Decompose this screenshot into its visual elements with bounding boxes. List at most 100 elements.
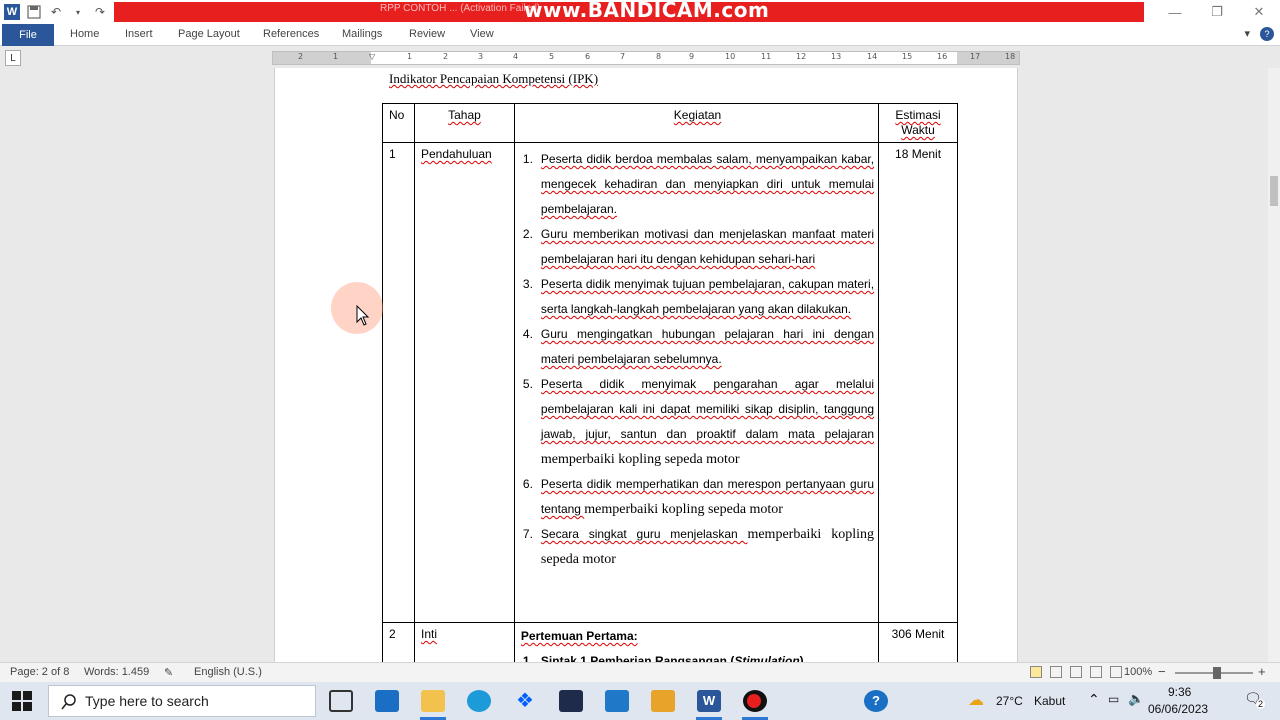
ruler-number: 13 bbox=[831, 52, 842, 61]
chevron-up-icon[interactable]: ⌃ bbox=[1088, 691, 1100, 708]
word-taskbar-icon[interactable]: W bbox=[697, 690, 721, 712]
web-layout-icon[interactable] bbox=[1070, 666, 1082, 678]
step-text: Guru memberikan motivasi dan menjelaskan… bbox=[540, 227, 875, 266]
table-header-row: No Tahap Kegiatan Estimasi Waktu bbox=[382, 103, 958, 143]
bandicam-icon[interactable] bbox=[743, 690, 767, 712]
tab-mailings[interactable]: Mailings bbox=[342, 28, 382, 40]
weather-desc[interactable]: Kabut bbox=[1034, 694, 1065, 708]
activity-table: No Tahap Kegiatan Estimasi Waktu 1 Penda… bbox=[382, 103, 958, 662]
ruler-number: 16 bbox=[937, 52, 948, 61]
page-heading: Indikator Pencapaian Kompetensi (IPK) bbox=[389, 71, 599, 86]
clock-date[interactable]: 06/06/2023 bbox=[1148, 702, 1208, 716]
zoom-in-button[interactable]: + bbox=[1258, 664, 1266, 679]
tab-home[interactable]: Home bbox=[70, 28, 99, 40]
tab-insert[interactable]: Insert bbox=[125, 28, 153, 40]
step-number: 3. bbox=[522, 277, 533, 291]
draft-icon[interactable] bbox=[1110, 666, 1122, 678]
mouse-cursor-icon bbox=[356, 305, 370, 326]
zoom-level[interactable]: 100% bbox=[1124, 666, 1152, 678]
help-icon[interactable]: ? bbox=[1260, 27, 1274, 41]
ribbon-collapse-icon[interactable]: ▾ bbox=[1244, 27, 1250, 41]
network-icon[interactable]: ▭ bbox=[1108, 692, 1119, 706]
terminal-app-icon[interactable] bbox=[559, 690, 583, 712]
list-item: 5. Peserta didik menyimak pengarahan agar… bbox=[521, 372, 874, 472]
scrollbar-thumb[interactable] bbox=[1270, 176, 1278, 206]
step-number: 1. bbox=[522, 152, 533, 166]
ribbon-right-controls: ▾ ? bbox=[1244, 27, 1274, 41]
bandicam-watermark: www.BANDICAM.com bbox=[524, 0, 770, 22]
taskbar-search[interactable]: Type here to search bbox=[48, 685, 316, 717]
header-tahap: Tahap bbox=[413, 103, 515, 143]
taskbar: Type here to search ❖ W ? ☁ 27°C Kabut ⌃… bbox=[0, 682, 1280, 720]
outline-icon[interactable] bbox=[1090, 666, 1102, 678]
microsoft-store-icon[interactable] bbox=[375, 690, 399, 712]
step-text: Guru mengingatkan hubungan pelajaran har… bbox=[540, 327, 875, 366]
list-item: 3. Peserta didik menyimak tujuan pembelaj… bbox=[521, 272, 874, 322]
document-page[interactable]: Indikator Pencapaian Kompetensi (IPK) No… bbox=[274, 68, 1018, 662]
tab-review[interactable]: Review bbox=[409, 28, 445, 40]
row-tahap-label: Inti bbox=[420, 627, 437, 641]
weather-temp[interactable]: 27°C bbox=[996, 694, 1023, 708]
document-title: RPP CONTOH ... (Activation Failed) bbox=[380, 3, 541, 14]
close-button[interactable]: ✕ bbox=[1238, 0, 1280, 24]
volume-icon[interactable]: 🔈 bbox=[1128, 691, 1144, 707]
step-subject: memperbaiki kopling sepeda motor bbox=[540, 452, 740, 467]
header-kegiatan: Kegiatan bbox=[513, 103, 880, 143]
zoom-slider-knob[interactable] bbox=[1213, 667, 1221, 679]
row-estimasi: 306 Menit bbox=[878, 622, 958, 662]
windows-start-icon[interactable] bbox=[12, 691, 32, 711]
ruler-row: L 2 1 ▽ 1 2 3 4 5 6 7 8 9 10 11 12 13 14… bbox=[0, 46, 1280, 68]
weather-icon[interactable]: ☁ bbox=[968, 690, 984, 710]
page-count[interactable]: Page: 2 of 8 bbox=[10, 666, 69, 678]
zoom-out-button[interactable]: − bbox=[1158, 664, 1166, 679]
view-buttons bbox=[1030, 666, 1122, 678]
full-screen-reading-icon[interactable] bbox=[1050, 666, 1062, 678]
file-explorer-icon[interactable] bbox=[421, 690, 445, 712]
row-kegiatan: Pertemuan Pertama: 1. Sintak 1 Pemberian… bbox=[513, 622, 880, 662]
system-tray: ☁ 27°C Kabut ⌃ ▭ 🔈 9:36 06/06/2023 🗨 2 bbox=[960, 682, 1280, 720]
save-icon[interactable] bbox=[26, 4, 42, 20]
sketch-app-icon[interactable] bbox=[651, 690, 675, 712]
print-layout-icon[interactable] bbox=[1030, 666, 1042, 678]
clock-time[interactable]: 9:36 bbox=[1168, 685, 1191, 699]
pertemuan-label: Pertemuan Pertama: bbox=[520, 629, 638, 643]
mail-icon[interactable] bbox=[605, 690, 629, 712]
edge-browser-icon[interactable] bbox=[467, 690, 491, 712]
ruler-number: 8 bbox=[656, 52, 662, 61]
tab-references[interactable]: References bbox=[263, 28, 319, 40]
word-app-icon[interactable]: W bbox=[4, 4, 20, 20]
row-estimasi: 18 Menit bbox=[878, 142, 958, 623]
redo-icon[interactable]: ↷ bbox=[92, 4, 108, 20]
search-placeholder: Type here to search bbox=[85, 693, 209, 709]
tab-view[interactable]: View bbox=[470, 28, 494, 40]
vertical-scrollbar[interactable] bbox=[1268, 68, 1280, 662]
restore-button[interactable]: ❐ bbox=[1196, 0, 1238, 24]
header-no: No bbox=[382, 103, 415, 143]
language[interactable]: English (U.S.) bbox=[194, 666, 262, 678]
sintak-label: Sintak 1 Pemberian Rangsangan ( bbox=[540, 654, 735, 662]
word-count[interactable]: Words: 1.459 bbox=[84, 666, 149, 678]
sintak-close: ) bbox=[799, 654, 804, 662]
ruler-number: 5 bbox=[549, 52, 555, 61]
horizontal-ruler[interactable]: 2 1 ▽ 1 2 3 4 5 6 7 8 9 10 11 12 13 14 1… bbox=[272, 51, 1020, 65]
ruler-number: 12 bbox=[796, 52, 807, 61]
undo-dropdown-icon[interactable]: ▾ bbox=[70, 4, 86, 20]
ruler-indent-marker[interactable]: ▽ bbox=[369, 52, 375, 61]
help-app-icon[interactable]: ? bbox=[864, 690, 888, 712]
minimize-button[interactable]: — bbox=[1154, 0, 1196, 24]
dropbox-icon[interactable]: ❖ bbox=[513, 690, 537, 712]
row-no: 2 bbox=[382, 622, 415, 662]
list-item: 6. Peserta didik memperhatikan dan meresp… bbox=[521, 472, 874, 522]
tab-page-layout[interactable]: Page Layout bbox=[178, 28, 240, 40]
table-row: 1 Pendahuluan 1. Peserta didik berdoa mem… bbox=[382, 142, 958, 623]
step-text: Peserta didik berdoa membalas salam, men… bbox=[540, 152, 875, 216]
proofing-icon[interactable]: ✎ bbox=[164, 666, 173, 679]
tab-selector[interactable]: L bbox=[5, 50, 21, 66]
step-number: 6. bbox=[522, 477, 533, 491]
ruler-number: 10 bbox=[725, 52, 736, 61]
row-kegiatan: 1. Peserta didik berdoa membalas salam, m… bbox=[513, 142, 880, 623]
undo-icon[interactable]: ↶ bbox=[48, 4, 64, 20]
task-view-icon[interactable] bbox=[329, 690, 353, 712]
tab-file[interactable]: File bbox=[2, 24, 54, 46]
ribbon-tabs: File Home Insert Page Layout References … bbox=[0, 24, 1280, 46]
